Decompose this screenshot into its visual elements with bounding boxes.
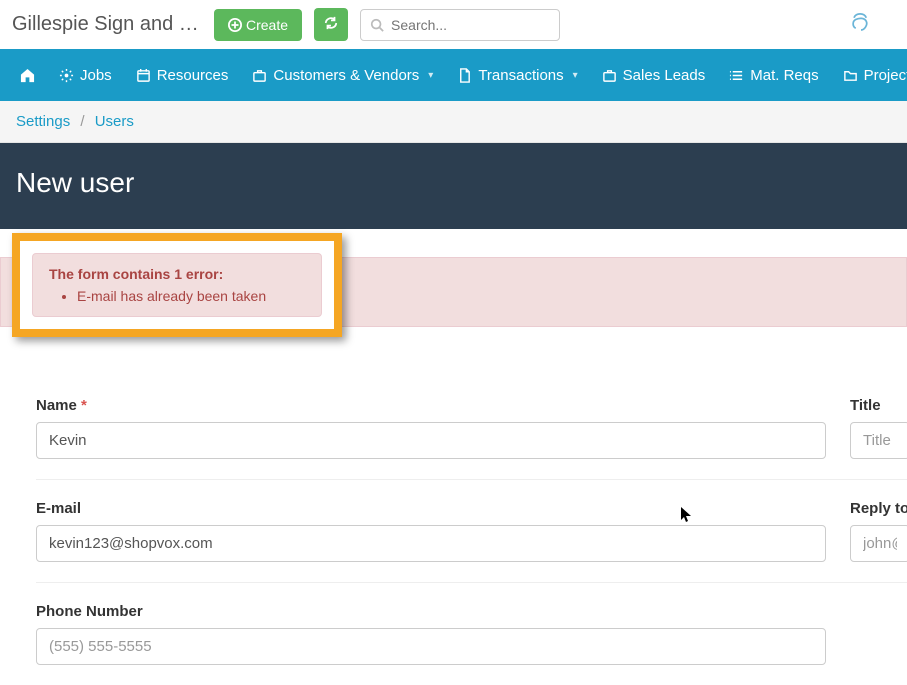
nav-sales-leads[interactable]: Sales Leads — [590, 51, 718, 100]
search-icon — [370, 18, 384, 32]
page-title: New user — [16, 167, 891, 199]
phone-label: Phone Number — [36, 603, 826, 620]
phone-field[interactable] — [36, 628, 826, 665]
nav-transactions-label: Transactions — [478, 67, 563, 84]
briefcase-icon — [252, 68, 267, 83]
plus-circle-icon — [228, 18, 242, 32]
create-label: Create — [246, 17, 288, 33]
nav-home[interactable] — [8, 52, 47, 99]
breadcrumb-settings[interactable]: Settings — [16, 113, 70, 130]
breadcrumb: Settings / Users — [0, 101, 907, 143]
form: Name * Title E-mail Reply to Phone Numbe… — [0, 337, 907, 685]
nav-projects[interactable]: Projects — [831, 51, 907, 100]
breadcrumb-separator: / — [80, 113, 84, 130]
list-icon — [729, 68, 744, 83]
error-list: E-mail has already been taken — [77, 288, 305, 304]
nav-resources[interactable]: Resources — [124, 51, 241, 100]
nav-jobs-label: Jobs — [80, 67, 112, 84]
email-field[interactable] — [36, 525, 826, 562]
refresh-icon — [324, 16, 338, 30]
nav-projects-label: Projects — [864, 67, 907, 84]
nav-matreqs-label: Mat. Reqs — [750, 67, 818, 84]
nav-transactions[interactable]: Transactions — [445, 51, 589, 100]
nav-jobs[interactable]: Jobs — [47, 51, 124, 100]
email-label: E-mail — [36, 500, 826, 517]
page-header: New user — [0, 143, 907, 229]
error-heading: The form contains 1 error: — [49, 266, 223, 282]
calendar-icon — [136, 68, 151, 83]
home-icon — [20, 68, 35, 83]
title-field[interactable] — [850, 422, 907, 459]
name-field[interactable] — [36, 422, 826, 459]
nav-customers[interactable]: Customers & Vendors — [240, 51, 445, 100]
app-logo — [847, 9, 875, 40]
nav-mat-reqs[interactable]: Mat. Reqs — [717, 51, 830, 100]
briefcase-icon — [602, 68, 617, 83]
name-label: Name * — [36, 397, 826, 414]
main-nav: Jobs Resources Customers & Vendors Trans… — [0, 49, 907, 101]
company-name: Gillespie Sign and … — [12, 13, 202, 36]
breadcrumb-users[interactable]: Users — [95, 113, 134, 130]
folder-icon — [843, 68, 858, 83]
file-icon — [457, 68, 472, 83]
search-input[interactable] — [360, 9, 560, 41]
replyto-label: Reply to — [850, 500, 907, 517]
create-button[interactable]: Create — [214, 9, 302, 41]
nav-sales-label: Sales Leads — [623, 67, 706, 84]
error-alert: The form contains 1 error: E-mail has al… — [32, 253, 322, 317]
refresh-button[interactable] — [314, 8, 348, 41]
nav-resources-label: Resources — [157, 67, 229, 84]
error-item: E-mail has already been taken — [77, 288, 305, 304]
replyto-field[interactable] — [850, 525, 907, 562]
nav-customers-label: Customers & Vendors — [273, 67, 419, 84]
title-label: Title — [850, 397, 907, 414]
cursor-icon — [680, 506, 694, 529]
top-bar: Gillespie Sign and … Create — [0, 0, 907, 49]
search-wrapper — [360, 9, 560, 41]
gears-icon — [59, 68, 74, 83]
highlight-annotation: The form contains 1 error: E-mail has al… — [12, 233, 342, 337]
